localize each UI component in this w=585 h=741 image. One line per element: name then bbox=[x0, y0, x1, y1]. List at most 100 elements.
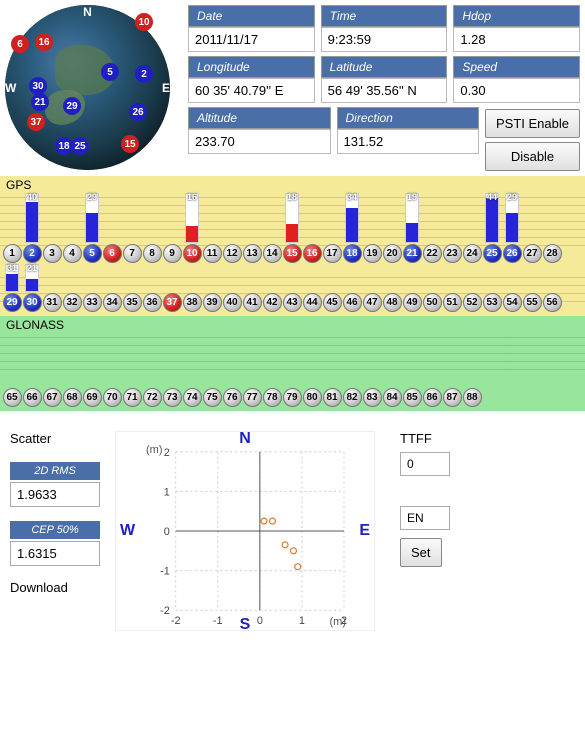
sat-cell-21: 1921 bbox=[402, 244, 422, 263]
sat-cell-53: 53 bbox=[482, 293, 502, 312]
sat-cell-84: 84 bbox=[382, 388, 402, 407]
sat-cell-81: 81 bbox=[322, 388, 342, 407]
sat-cell-80: 80 bbox=[302, 388, 322, 407]
scatter-plot: -2-1012-2-1012 N S E W (m) (m) bbox=[115, 431, 375, 631]
sat-cell-13: 13 bbox=[242, 244, 262, 263]
sat-cell-43: 43 bbox=[282, 293, 302, 312]
sat-cell-51: 51 bbox=[442, 293, 462, 312]
sat-cell-72: 72 bbox=[142, 388, 162, 407]
sat-cell-82: 82 bbox=[342, 388, 362, 407]
sat-cell-87: 87 bbox=[442, 388, 462, 407]
sat-cell-69: 69 bbox=[82, 388, 102, 407]
sat-cell-15: 1815 bbox=[282, 244, 302, 263]
direction-label: Direction bbox=[337, 107, 480, 129]
ttff-label: TTFF bbox=[400, 431, 575, 446]
globe-sat-21: 21 bbox=[31, 93, 49, 111]
svg-text:0: 0 bbox=[257, 615, 263, 627]
y-unit: (m) bbox=[146, 444, 163, 456]
cep-label: CEP 50% bbox=[10, 521, 100, 539]
sat-cell-56: 56 bbox=[542, 293, 562, 312]
globe-sat-2: 2 bbox=[135, 65, 153, 83]
sat-cell-70: 70 bbox=[102, 388, 122, 407]
sat-cell-65: 65 bbox=[2, 388, 22, 407]
latitude-label: Latitude bbox=[321, 56, 448, 78]
sat-cell-35: 35 bbox=[122, 293, 142, 312]
satellite-globe: N E W 10616523021292637182515 bbox=[5, 5, 170, 170]
sat-cell-28: 28 bbox=[542, 244, 562, 263]
disable-button[interactable]: Disable bbox=[485, 142, 580, 171]
sat-cell-68: 68 bbox=[62, 388, 82, 407]
sat-cell-19: 19 bbox=[362, 244, 382, 263]
gps-strip: GPS 140234295678916101112131418151617341… bbox=[0, 176, 585, 316]
sat-cell-23: 23 bbox=[442, 244, 462, 263]
altitude-label: Altitude bbox=[188, 107, 331, 129]
plot-west: W bbox=[120, 522, 135, 540]
sat-cell-50: 50 bbox=[422, 293, 442, 312]
sat-cell-46: 46 bbox=[342, 293, 362, 312]
sat-cell-47: 47 bbox=[362, 293, 382, 312]
sat-cell-18: 3418 bbox=[342, 244, 362, 263]
sat-cell-4: 4 bbox=[62, 244, 82, 263]
ttff-value: 0 bbox=[400, 452, 450, 476]
time-label: Time bbox=[321, 5, 448, 27]
sat-cell-49: 49 bbox=[402, 293, 422, 312]
sat-cell-76: 76 bbox=[222, 388, 242, 407]
scatter-title: Scatter bbox=[10, 431, 100, 446]
sat-cell-14: 14 bbox=[262, 244, 282, 263]
sat-cell-10: 1610 bbox=[182, 244, 202, 263]
altitude-value: 233.70 bbox=[188, 129, 331, 154]
sat-cell-74: 74 bbox=[182, 388, 202, 407]
date-value: 2011/11/17 bbox=[188, 27, 315, 52]
longitude-value: 60 35' 40.79'' E bbox=[188, 78, 315, 103]
sat-cell-1: 1 bbox=[2, 244, 22, 263]
psti-enable-button[interactable]: PSTI Enable bbox=[485, 109, 580, 138]
sat-cell-36: 36 bbox=[142, 293, 162, 312]
sat-cell-73: 73 bbox=[162, 388, 182, 407]
globe-sat-16: 16 bbox=[35, 33, 53, 51]
set-button[interactable]: Set bbox=[400, 538, 442, 567]
globe-sat-29: 29 bbox=[63, 97, 81, 115]
latitude-value: 56 49' 35.56'' N bbox=[321, 78, 448, 103]
globe-east: E bbox=[162, 81, 170, 95]
sat-cell-33: 33 bbox=[82, 293, 102, 312]
sat-cell-48: 48 bbox=[382, 293, 402, 312]
speed-label: Speed bbox=[453, 56, 580, 78]
sat-cell-75: 75 bbox=[202, 388, 222, 407]
sat-cell-24: 24 bbox=[462, 244, 482, 263]
sat-cell-17: 17 bbox=[322, 244, 342, 263]
globe-north: N bbox=[83, 5, 92, 19]
sat-cell-39: 39 bbox=[202, 293, 222, 312]
sat-cell-3: 3 bbox=[42, 244, 62, 263]
sat-cell-26: 2926 bbox=[502, 244, 522, 263]
globe-sat-5: 5 bbox=[101, 63, 119, 81]
sat-cell-86: 86 bbox=[422, 388, 442, 407]
sat-cell-54: 54 bbox=[502, 293, 522, 312]
sat-cell-52: 52 bbox=[462, 293, 482, 312]
plot-east: E bbox=[359, 522, 370, 540]
sat-cell-32: 32 bbox=[62, 293, 82, 312]
sat-cell-77: 77 bbox=[242, 388, 262, 407]
globe-sat-26: 26 bbox=[129, 103, 147, 121]
sat-cell-85: 85 bbox=[402, 388, 422, 407]
sat-cell-71: 71 bbox=[122, 388, 142, 407]
svg-text:-2: -2 bbox=[171, 615, 181, 627]
sat-cell-2: 402 bbox=[22, 244, 42, 263]
globe-sat-25: 25 bbox=[71, 137, 89, 155]
sat-cell-34: 34 bbox=[102, 293, 122, 312]
sat-cell-6: 6 bbox=[102, 244, 122, 263]
sat-cell-7: 7 bbox=[122, 244, 142, 263]
sat-cell-42: 42 bbox=[262, 293, 282, 312]
sat-cell-9: 9 bbox=[162, 244, 182, 263]
time-value: 9:23:59 bbox=[321, 27, 448, 52]
sat-cell-5: 295 bbox=[82, 244, 102, 263]
sat-cell-67: 67 bbox=[42, 388, 62, 407]
sat-cell-29: 3129 bbox=[2, 293, 22, 312]
glonass-strip: GLONASS 65666768697071727374757677787980… bbox=[0, 316, 585, 411]
globe-sat-6: 6 bbox=[11, 35, 29, 53]
sat-cell-25: 4425 bbox=[482, 244, 502, 263]
direction-value: 131.52 bbox=[337, 129, 480, 154]
sat-cell-22: 22 bbox=[422, 244, 442, 263]
rms-label: 2D RMS bbox=[10, 462, 100, 480]
hdop-value: 1.28 bbox=[453, 27, 580, 52]
svg-text:2: 2 bbox=[164, 447, 170, 459]
